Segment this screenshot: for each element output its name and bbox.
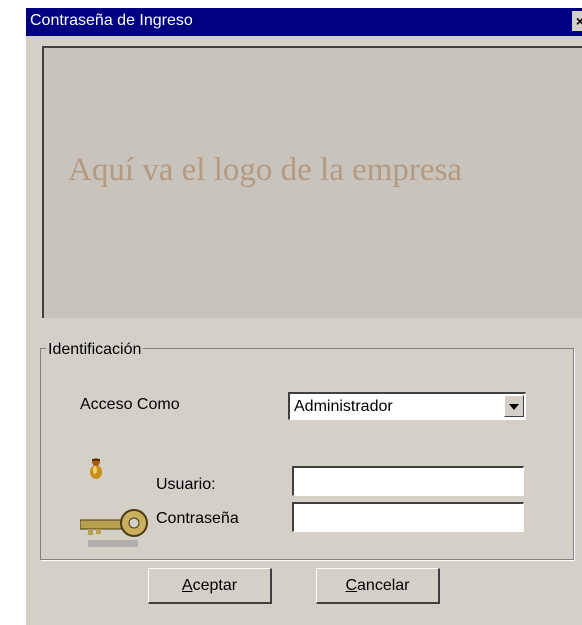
dropdown-button[interactable] <box>504 395 524 417</box>
accept-button[interactable]: Aceptar <box>148 568 272 604</box>
access-as-value: Administrador <box>294 398 393 415</box>
cancel-mnemonic: C <box>345 577 358 594</box>
title-bar: Contraseña de Ingreso × <box>26 8 582 36</box>
username-label: Usuario: <box>156 476 216 493</box>
logo-panel: Aquí va el logo de la empresa <box>42 46 582 318</box>
window-title: Contraseña de Ingreso <box>30 12 193 29</box>
accept-mnemonic: A <box>181 577 193 594</box>
chevron-down-icon <box>509 404 519 410</box>
cancel-label: ancelar <box>357 577 410 594</box>
username-input[interactable] <box>292 466 524 496</box>
identification-legend: Identificación <box>46 341 144 359</box>
access-as-label: Acceso Como <box>80 396 180 413</box>
login-dialog: Contraseña de Ingreso × Aquí va el logo … <box>26 8 582 625</box>
access-as-select[interactable]: Administrador <box>288 392 526 420</box>
accept-label: ceptar <box>192 577 238 594</box>
key-icon <box>80 509 148 547</box>
user-icon <box>90 458 102 479</box>
logo-placeholder-text: Aquí va el logo de la empresa <box>68 152 463 188</box>
close-icon[interactable]: × <box>572 11 582 31</box>
cancel-button[interactable]: Cancelar <box>316 568 440 604</box>
password-input[interactable] <box>292 502 524 532</box>
password-label: Contraseña <box>156 510 239 527</box>
